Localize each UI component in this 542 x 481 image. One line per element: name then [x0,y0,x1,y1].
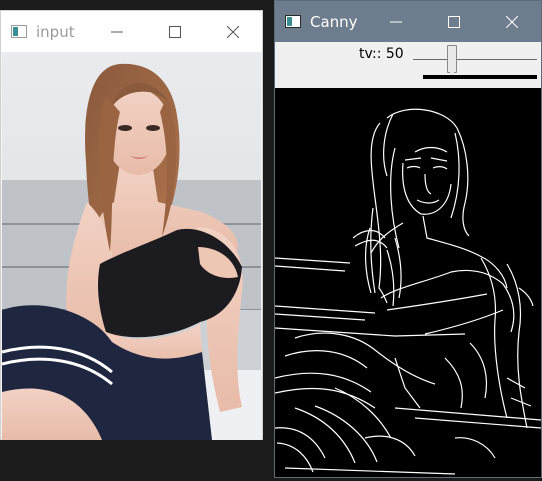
trackbar-track[interactable] [413,59,537,60]
maximize-button[interactable] [146,11,204,52]
window-title: Canny [310,12,358,31]
app-icon [285,15,301,28]
minimize-button[interactable] [367,1,425,42]
close-icon [227,25,239,38]
trackbar-bottom-line [423,75,537,79]
minimize-icon [111,31,123,32]
canny-window[interactable]: Canny tv:: 50 [274,0,542,478]
close-icon [506,15,518,28]
input-window[interactable]: input [0,10,263,440]
window-title: input [36,22,75,41]
input-titlebar[interactable]: input [1,11,262,52]
maximize-button[interactable] [425,1,483,42]
canny-edge-image [275,88,541,477]
input-image [2,52,261,440]
trackbar-label: tv:: 50 [359,46,404,62]
app-icon [11,25,27,38]
trackbar-panel: tv:: 50 [275,42,541,88]
trackbar-thumb[interactable] [447,45,457,78]
close-button[interactable] [204,11,262,52]
maximize-icon [448,15,460,28]
minimize-icon [390,21,402,22]
close-button[interactable] [483,1,541,42]
maximize-icon [169,25,181,38]
minimize-button[interactable] [88,11,146,52]
canny-titlebar[interactable]: Canny [275,1,541,42]
